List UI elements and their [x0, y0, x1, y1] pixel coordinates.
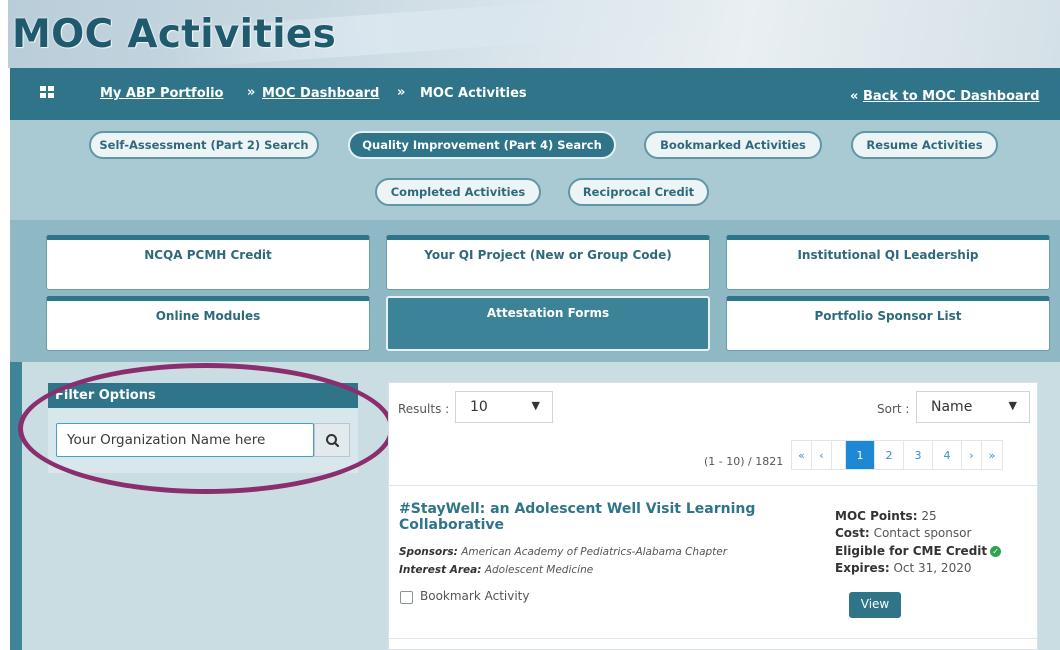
cost-value: Contact sponsor	[873, 526, 972, 540]
card-attestation-forms[interactable]: Attestation Forms	[386, 296, 710, 351]
expires: Expires: Oct 31, 2020	[835, 561, 971, 575]
tab-self-assessment-search[interactable]: Self-Assessment (Part 2) Search	[89, 131, 319, 159]
interest-label: Interest Area:	[399, 564, 482, 576]
breadcrumb-separator: »	[397, 85, 406, 100]
breadcrumb-my-abp-portfolio[interactable]: My ABP Portfolio	[100, 86, 223, 101]
view-button[interactable]: View	[849, 592, 901, 618]
tab-quality-improvement-search[interactable]: Quality Improvement (Part 4) Search	[348, 131, 616, 159]
chevron-down-icon: ▼	[1008, 399, 1017, 412]
results-per-page-value: 10	[470, 399, 488, 415]
tab-reciprocal-credit[interactable]: Reciprocal Credit	[568, 178, 709, 206]
bookmark-checkbox[interactable]	[400, 591, 413, 604]
grid-menu-icon[interactable]	[40, 86, 54, 98]
divider	[388, 638, 1038, 639]
cme-eligibility: Eligible for CME Credit ✓	[835, 544, 1002, 558]
results-label: Results :	[398, 402, 450, 416]
breadcrumb-moc-dashboard[interactable]: MOC Dashboard	[262, 86, 379, 101]
sort-value: Name	[931, 399, 973, 415]
page-last[interactable]: »	[982, 441, 1002, 469]
page-header: MOC Activities	[8, 0, 1060, 68]
card-online-modules[interactable]: Online Modules	[46, 296, 370, 351]
filter-heading: Filter Options	[48, 383, 358, 408]
back-link-label: Back to MOC Dashboard	[862, 89, 1040, 104]
expires-value: Oct 31, 2020	[893, 561, 972, 575]
moc-points: MOC Points: 25	[835, 509, 937, 523]
activity-sponsors: Sponsors: American Academy of Pediatrics…	[399, 546, 727, 558]
expires-label: Expires:	[835, 561, 890, 575]
interest-value: Adolescent Medicine	[484, 564, 594, 576]
results-range: (1 - 10) / 1821	[704, 455, 784, 468]
back-to-dashboard-link[interactable]: « Back to MOC Dashboard	[850, 89, 1040, 104]
page-title: MOC Activities	[12, 12, 337, 57]
tab-resume-activities[interactable]: Resume Activities	[851, 131, 998, 159]
card-institutional-qi-leadership[interactable]: Institutional QI Leadership	[726, 235, 1050, 290]
sponsors-value: American Academy of Pediatrics-Alabama C…	[461, 546, 728, 558]
pagination-gap	[832, 441, 846, 469]
page-2[interactable]: 2	[875, 441, 904, 469]
moc-points-value: 25	[921, 509, 937, 523]
activity-title-link[interactable]: #StayWell: an Adolescent Well Visit Lear…	[399, 501, 789, 533]
tab-bookmarked-activities[interactable]: Bookmarked Activities	[644, 131, 822, 159]
page-4[interactable]: 4	[933, 441, 962, 469]
breadcrumb: My ABP Portfolio » MOC Dashboard » MOC A…	[10, 68, 1060, 120]
sort-select[interactable]: Name ▼	[916, 391, 1030, 423]
chevron-down-icon: ▼	[531, 399, 540, 412]
page-3[interactable]: 3	[904, 441, 933, 469]
cost-label: Cost:	[835, 526, 870, 540]
card-portfolio-sponsor-list[interactable]: Portfolio Sponsor List	[726, 296, 1050, 351]
page-1[interactable]: 1	[846, 441, 875, 469]
search-icon	[326, 434, 340, 448]
page-prev[interactable]: ‹	[812, 441, 832, 469]
results-per-page-select[interactable]: 10 ▼	[455, 391, 553, 423]
cost: Cost: Contact sponsor	[835, 526, 971, 540]
sponsors-label: Sponsors:	[399, 546, 458, 558]
cme-label: Eligible for CME Credit	[835, 544, 988, 558]
pagination: « ‹ 1 2 3 4 › »	[791, 440, 1003, 470]
breadcrumb-separator: »	[247, 85, 256, 100]
page-first[interactable]: «	[792, 441, 812, 469]
moc-points-label: MOC Points:	[835, 509, 918, 523]
back-arrow-icon: «	[850, 89, 859, 104]
tab-completed-activities[interactable]: Completed Activities	[375, 178, 541, 206]
check-circle-icon: ✓	[990, 546, 1002, 557]
sort-label: Sort :	[877, 402, 910, 416]
bookmark-label: Bookmark Activity	[420, 589, 530, 603]
breadcrumb-current: MOC Activities	[420, 86, 527, 101]
organization-search-input[interactable]	[56, 423, 314, 457]
divider	[388, 485, 1038, 486]
card-ncqa-pcmh-credit[interactable]: NCQA PCMH Credit	[46, 235, 370, 290]
page-next[interactable]: ›	[962, 441, 982, 469]
search-button[interactable]	[314, 423, 350, 457]
activity-interest-area: Interest Area: Adolescent Medicine	[399, 564, 593, 576]
card-your-qi-project[interactable]: Your QI Project (New or Group Code)	[386, 235, 710, 290]
